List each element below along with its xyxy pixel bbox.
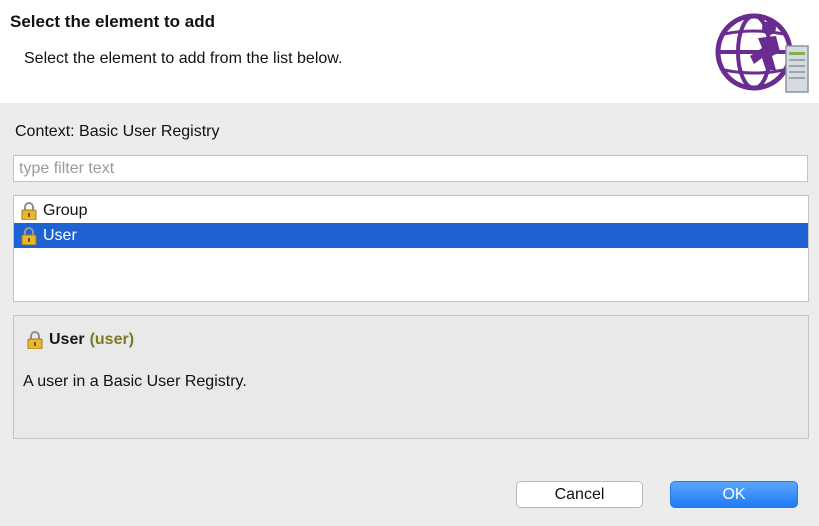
lock-icon	[21, 201, 37, 220]
details-name: User	[49, 331, 85, 348]
context-label: Context: Basic User Registry	[15, 123, 220, 140]
details-id: (user)	[89, 331, 135, 348]
details-description: A user in a Basic User Registry.	[23, 373, 247, 390]
page-title: Select the element to add	[10, 12, 215, 31]
ok-button[interactable]: OK	[670, 481, 798, 508]
list-item-group[interactable]: Group	[14, 198, 808, 223]
page-subtitle: Select the element to add from the list …	[24, 50, 343, 67]
wizard-header: Select the element to add Select the ele…	[0, 0, 819, 103]
details-panel: User (user) A user in a Basic User Regis…	[13, 315, 809, 439]
element-list[interactable]: Group User	[13, 195, 809, 302]
list-item-user[interactable]: User	[14, 223, 808, 248]
list-item-label: User	[43, 226, 77, 244]
list-item-label: Group	[43, 201, 88, 219]
cancel-button[interactable]: Cancel	[516, 481, 643, 508]
details-heading: User (user)	[27, 331, 134, 349]
lock-icon	[21, 226, 37, 245]
wizard-banner-icon	[714, 8, 812, 96]
lock-icon	[27, 331, 43, 349]
filter-input[interactable]	[13, 155, 808, 182]
